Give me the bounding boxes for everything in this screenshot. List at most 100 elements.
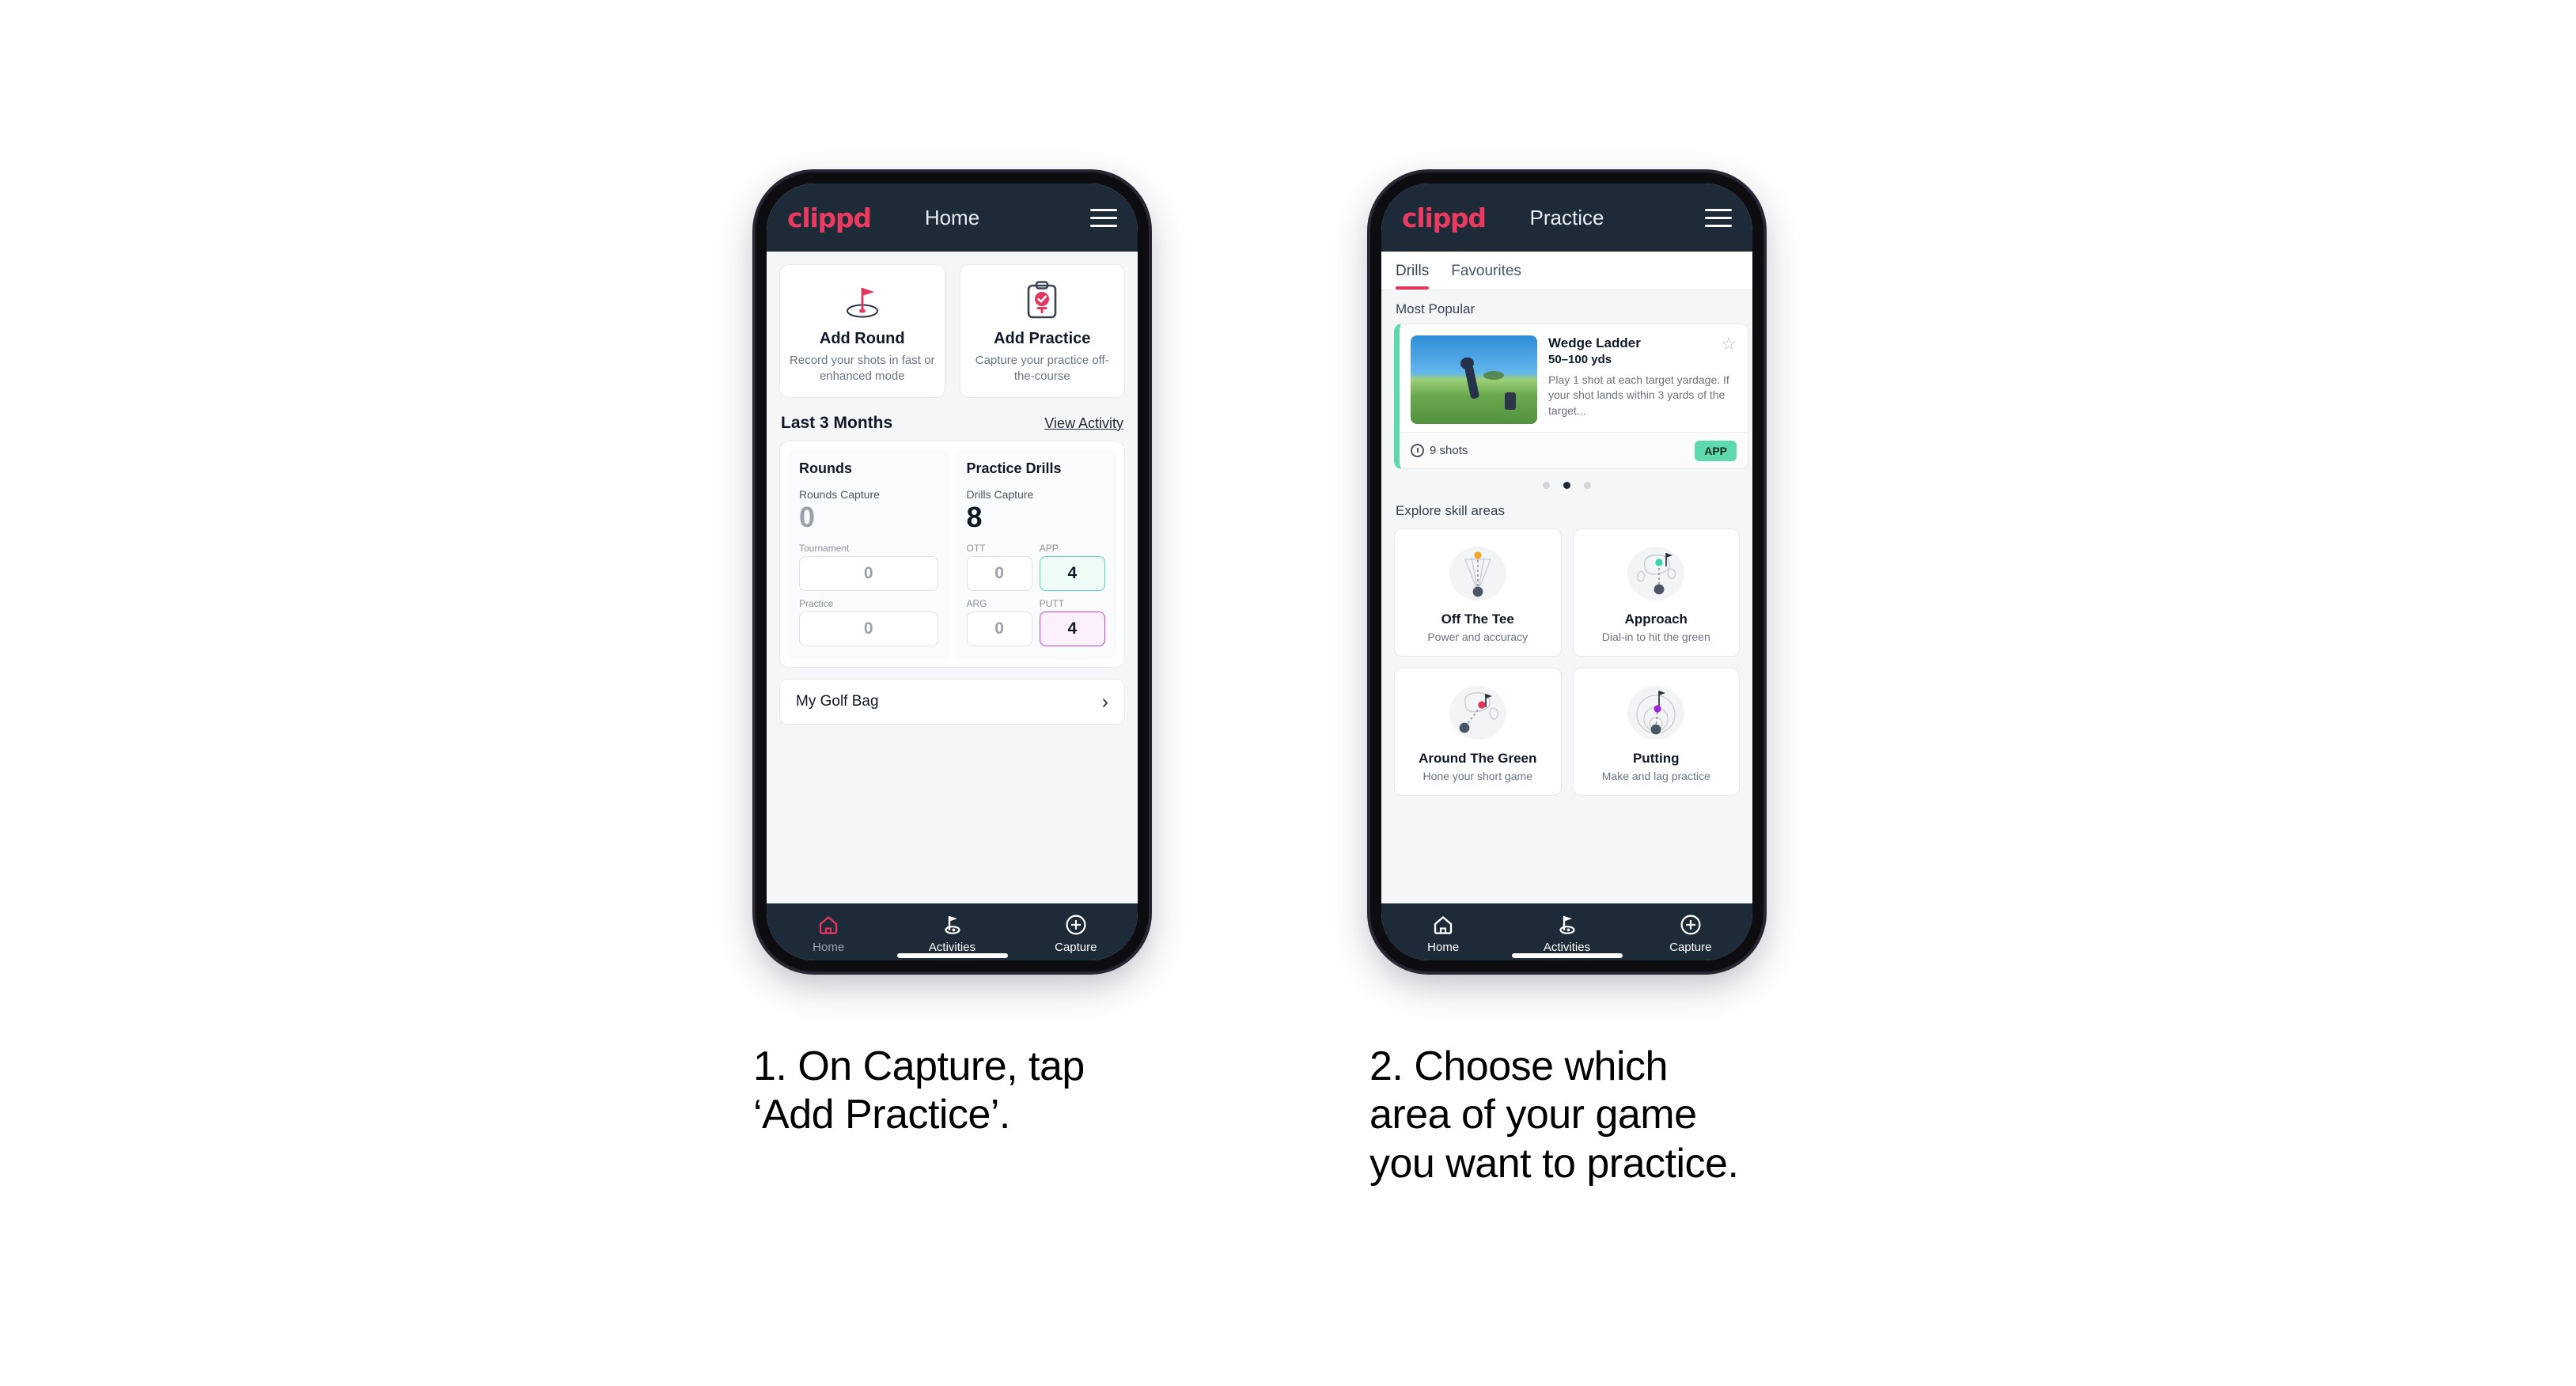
skill-sub: Make and lag practice	[1601, 770, 1710, 782]
nav-item-home[interactable]: Home	[1381, 913, 1505, 954]
home-icon	[1381, 913, 1505, 937]
practice-value[interactable]: 0	[799, 612, 938, 647]
app-label: APP	[1039, 543, 1059, 555]
ott-value[interactable]: 0	[966, 556, 1032, 592]
golf-flag-icon	[1505, 913, 1628, 937]
putting-icon	[1580, 680, 1733, 746]
rounds-column: Rounds Rounds Capture 0 Tournament 0 Pra…	[788, 449, 949, 660]
drills-field-row-2: ARG 0 PUTT 4	[966, 598, 1105, 647]
putt-value[interactable]: 4	[1039, 612, 1105, 647]
carousel-dot-2[interactable]	[1563, 482, 1570, 489]
hamburger-icon[interactable]	[1090, 208, 1117, 227]
stats-panel: Rounds Rounds Capture 0 Tournament 0 Pra…	[779, 440, 1125, 668]
practice-drills-column: Practice Drills Drills Capture 8 OTT 0 A…	[955, 449, 1116, 660]
rounds-title: Rounds	[799, 460, 852, 476]
putt-field: PUTT 4	[1039, 598, 1105, 647]
home-content: Add Round Record your shots in fast or e…	[767, 252, 1138, 903]
caption-step-2: 2. Choose which area of your game you wa…	[1369, 1043, 1739, 1187]
practice-field: Practice 0	[799, 598, 938, 647]
skill-card-off-the-tee[interactable]: Off The Tee Power and accuracy	[1394, 528, 1562, 657]
nav-item-capture[interactable]: Capture	[1014, 913, 1138, 954]
home-icon	[767, 913, 890, 937]
ott-label: OTT	[966, 543, 986, 555]
add-round-title: Add Round	[819, 330, 905, 347]
golf-flag-icon	[890, 913, 1013, 937]
golf-flag-hole-icon	[788, 279, 937, 322]
chevron-right-icon: ›	[1101, 690, 1108, 713]
drill-category-badge: APP	[1695, 440, 1737, 461]
off-the-tee-icon	[1401, 540, 1555, 607]
caption-step-1: 1. On Capture, tap ‘Add Practice’.	[753, 1043, 1085, 1138]
bottom-nav-home: Home Activities Capture	[767, 903, 1138, 960]
phone-notch	[881, 172, 1023, 184]
tournament-label: Tournament	[799, 543, 850, 555]
clippd-logo: clippd	[787, 202, 872, 233]
carousel-dot-3[interactable]	[1584, 482, 1591, 489]
app-field: APP 4	[1039, 543, 1105, 592]
bottom-nav-practice: Home Activities Capture	[1381, 903, 1752, 960]
nav-item-activities[interactable]: Activities	[1505, 913, 1628, 954]
my-golf-bag-label: My Golf Bag	[796, 693, 879, 710]
phone-screen-practice: clippd Practice Drills Favourites Most P…	[1381, 184, 1752, 960]
carousel-dot-1[interactable]	[1543, 482, 1550, 489]
drills-fields: OTT 0 APP 4 ARG 0 PUTT 4	[966, 543, 1105, 647]
drills-field-row-1: OTT 0 APP 4	[966, 543, 1105, 592]
star-outline-icon[interactable]: ☆	[1721, 335, 1737, 353]
drill-card-footer: 9 shots APP	[1400, 432, 1748, 468]
practice-content: Most Popular ☆ Wedge Ladder 50–100 yds P…	[1381, 290, 1752, 903]
putt-label: PUTT	[1039, 598, 1065, 610]
nav-label-home: Home	[813, 941, 845, 954]
add-round-card[interactable]: Add Round Record your shots in fast or e…	[779, 264, 945, 398]
drill-shots-label: 9 shots	[1430, 444, 1468, 457]
drill-card-top: ☆ Wedge Ladder 50–100 yds Play 1 shot at…	[1400, 324, 1748, 432]
drills-capture-value: 8	[966, 500, 983, 533]
page-stage: clippd Home Add Round Record your shots …	[0, 0, 2576, 1386]
plus-circle-icon	[1014, 913, 1138, 937]
approach-icon	[1580, 540, 1733, 607]
quick-actions-row: Add Round Record your shots in fast or e…	[767, 252, 1138, 398]
arg-value[interactable]: 0	[966, 612, 1032, 647]
drill-shots: 9 shots	[1411, 444, 1468, 457]
drill-name: Wedge Ladder	[1548, 335, 1641, 350]
app-header: clippd Home	[767, 184, 1138, 252]
nav-item-capture[interactable]: Capture	[1629, 913, 1752, 954]
tournament-field: Tournament 0	[799, 543, 938, 592]
carousel-dots	[1381, 469, 1752, 492]
drill-yardage: 50–100 yds	[1548, 353, 1612, 366]
nav-label-activities: Activities	[928, 941, 976, 954]
skill-sub: Power and accuracy	[1427, 631, 1529, 643]
nav-item-home[interactable]: Home	[767, 913, 890, 954]
add-practice-title: Add Practice	[994, 330, 1091, 347]
add-practice-desc: Capture your practice off-the-course	[975, 354, 1109, 383]
skill-card-putting[interactable]: Putting Make and lag practice	[1572, 668, 1740, 796]
clock-icon	[1411, 444, 1424, 457]
view-activity-link[interactable]: View Activity	[1044, 415, 1123, 432]
phone-mockup-practice: clippd Practice Drills Favourites Most P…	[1370, 172, 1763, 971]
skill-title: Approach	[1624, 612, 1688, 627]
skill-card-around-the-green[interactable]: Around The Green Hone your short game	[1394, 668, 1562, 796]
drill-thumbnail	[1411, 335, 1537, 424]
skill-sub: Dial-in to hit the green	[1601, 631, 1710, 643]
around-the-green-icon	[1401, 680, 1555, 746]
app-value[interactable]: 4	[1039, 556, 1105, 592]
hamburger-icon[interactable]	[1705, 208, 1732, 227]
drill-card-wedge-ladder[interactable]: ☆ Wedge Ladder 50–100 yds Play 1 shot at…	[1394, 324, 1748, 469]
skill-card-approach[interactable]: Approach Dial-in to hit the green	[1572, 528, 1740, 657]
tournament-value[interactable]: 0	[799, 556, 938, 592]
practice-tabs: Drills Favourites	[1381, 252, 1752, 290]
tab-favourites[interactable]: Favourites	[1451, 252, 1521, 290]
add-practice-card[interactable]: Add Practice Capture your practice off-t…	[959, 264, 1125, 398]
clippd-logo: clippd	[1402, 202, 1487, 233]
nav-item-activities[interactable]: Activities	[890, 913, 1013, 954]
app-header: clippd Practice	[1381, 184, 1752, 252]
plus-circle-icon	[1629, 913, 1752, 937]
home-indicator-bar	[1511, 953, 1623, 958]
ott-field: OTT 0	[966, 543, 1032, 592]
drill-carousel[interactable]: ☆ Wedge Ladder 50–100 yds Play 1 shot at…	[1381, 324, 1752, 469]
nav-label-activities: Activities	[1543, 941, 1591, 954]
my-golf-bag-row[interactable]: My Golf Bag ›	[779, 679, 1125, 725]
tab-drills[interactable]: Drills	[1396, 252, 1430, 290]
drills-title: Practice Drills	[966, 460, 1062, 476]
section-title: Last 3 Months	[781, 413, 893, 432]
arg-label: ARG	[966, 598, 987, 610]
